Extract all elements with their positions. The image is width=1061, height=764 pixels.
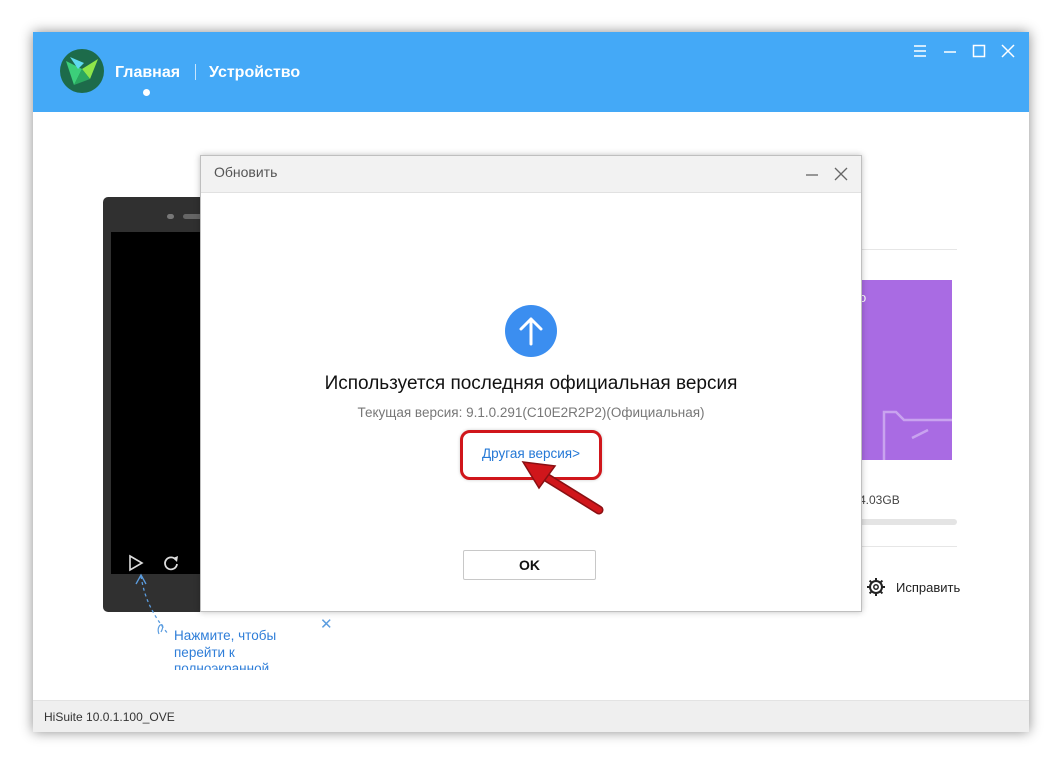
phone-camera (167, 214, 174, 219)
refresh-icon[interactable] (162, 554, 180, 572)
dialog-heading: Используется последняя официальная верси… (324, 373, 738, 394)
dialog-header: Обновить (201, 156, 861, 193)
nav-device-tab[interactable]: Устройство (209, 64, 300, 82)
pointer-arrow-icon (521, 461, 604, 515)
divider (859, 546, 957, 547)
maximize-icon[interactable] (970, 42, 988, 60)
gear-icon[interactable] (866, 577, 886, 597)
close-icon[interactable] (833, 166, 849, 182)
active-tab-indicator (143, 89, 150, 96)
update-arrow-icon (505, 305, 557, 357)
close-icon[interactable] (999, 42, 1017, 60)
current-version-text: Текущая версия: 9.1.0.291(C10E2R2P2)(Офи… (357, 405, 705, 420)
hint-close-icon[interactable]: ✕ (320, 615, 333, 633)
status-bar: HiSuite 10.0.1.100_OVE (33, 700, 1029, 732)
ok-button[interactable]: OK (463, 550, 596, 580)
storage-value: 4.03GB (859, 493, 900, 507)
title-bar: Главная Устройство (33, 32, 1029, 112)
app-version-text: HiSuite 10.0.1.100_OVE (44, 710, 175, 724)
dialog-title: Обновить (214, 164, 278, 180)
nav-separator (195, 64, 196, 80)
storage-progress-bar (859, 519, 957, 525)
fix-button[interactable]: Исправить (896, 580, 960, 595)
menu-icon[interactable] (911, 42, 929, 60)
folder-icon (882, 410, 952, 460)
minimize-icon[interactable] (804, 166, 820, 182)
update-dialog: Обновить Используется последняя официаль… (200, 155, 862, 612)
nav-home-tab[interactable]: Главная (115, 64, 180, 82)
fullscreen-hint-text: Нажмите, чтобы перейти к полноэкранной (174, 628, 277, 670)
play-icon[interactable] (127, 554, 145, 572)
minimize-icon[interactable] (941, 42, 959, 60)
hisuite-logo-icon (60, 49, 104, 93)
divider (859, 249, 957, 250)
